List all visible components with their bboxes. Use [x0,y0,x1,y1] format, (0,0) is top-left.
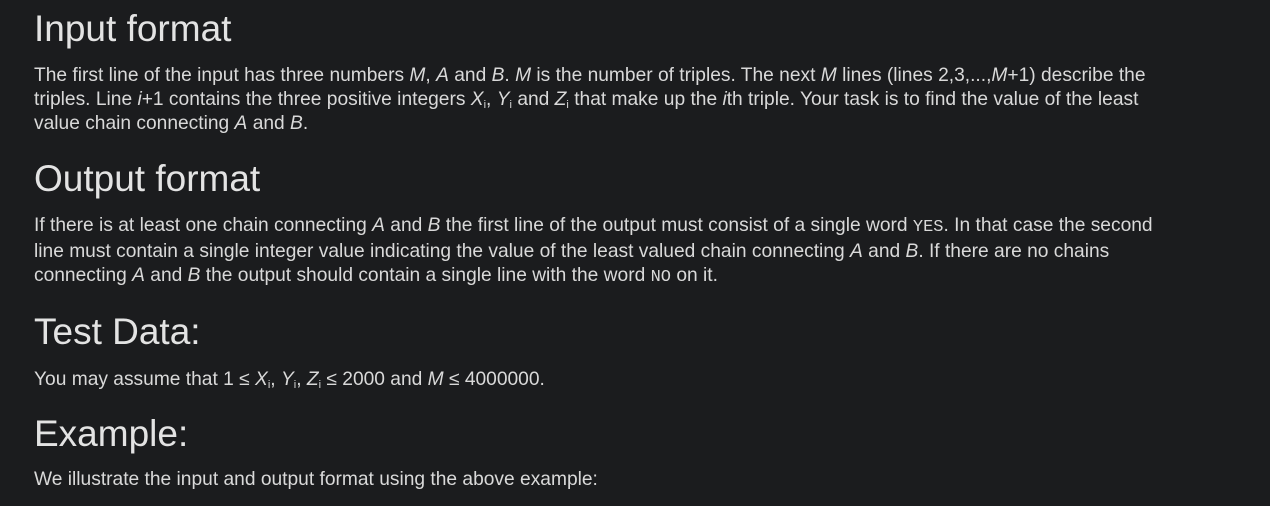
test-data-heading: Test Data: [34,311,201,352]
input-format-heading: Input format [34,8,232,49]
example-section: Example: We illustrate the input and out… [34,414,1174,492]
output-format-text: If there is at least one chain connectin… [34,215,1153,287]
problem-statement: Input format The first line of the input… [0,0,1270,506]
example-text: We illustrate the input and output forma… [34,469,598,490]
test-data-section: Test Data: You may assume that 1 ≤ Xi, Y… [34,312,1174,392]
yes-code: YES [912,218,944,237]
output-format-heading: Output format [34,158,261,199]
input-format-section: Input format The first line of the input… [34,9,1174,136]
input-format-text: The first line of the input has three nu… [34,65,1146,134]
no-code: NO [650,268,671,287]
output-format-section: Output format If there is at least one c… [34,159,1174,290]
test-data-text: You may assume that 1 ≤ Xi, Yi, Zi ≤ 200… [34,369,545,391]
example-heading: Example: [34,413,189,454]
